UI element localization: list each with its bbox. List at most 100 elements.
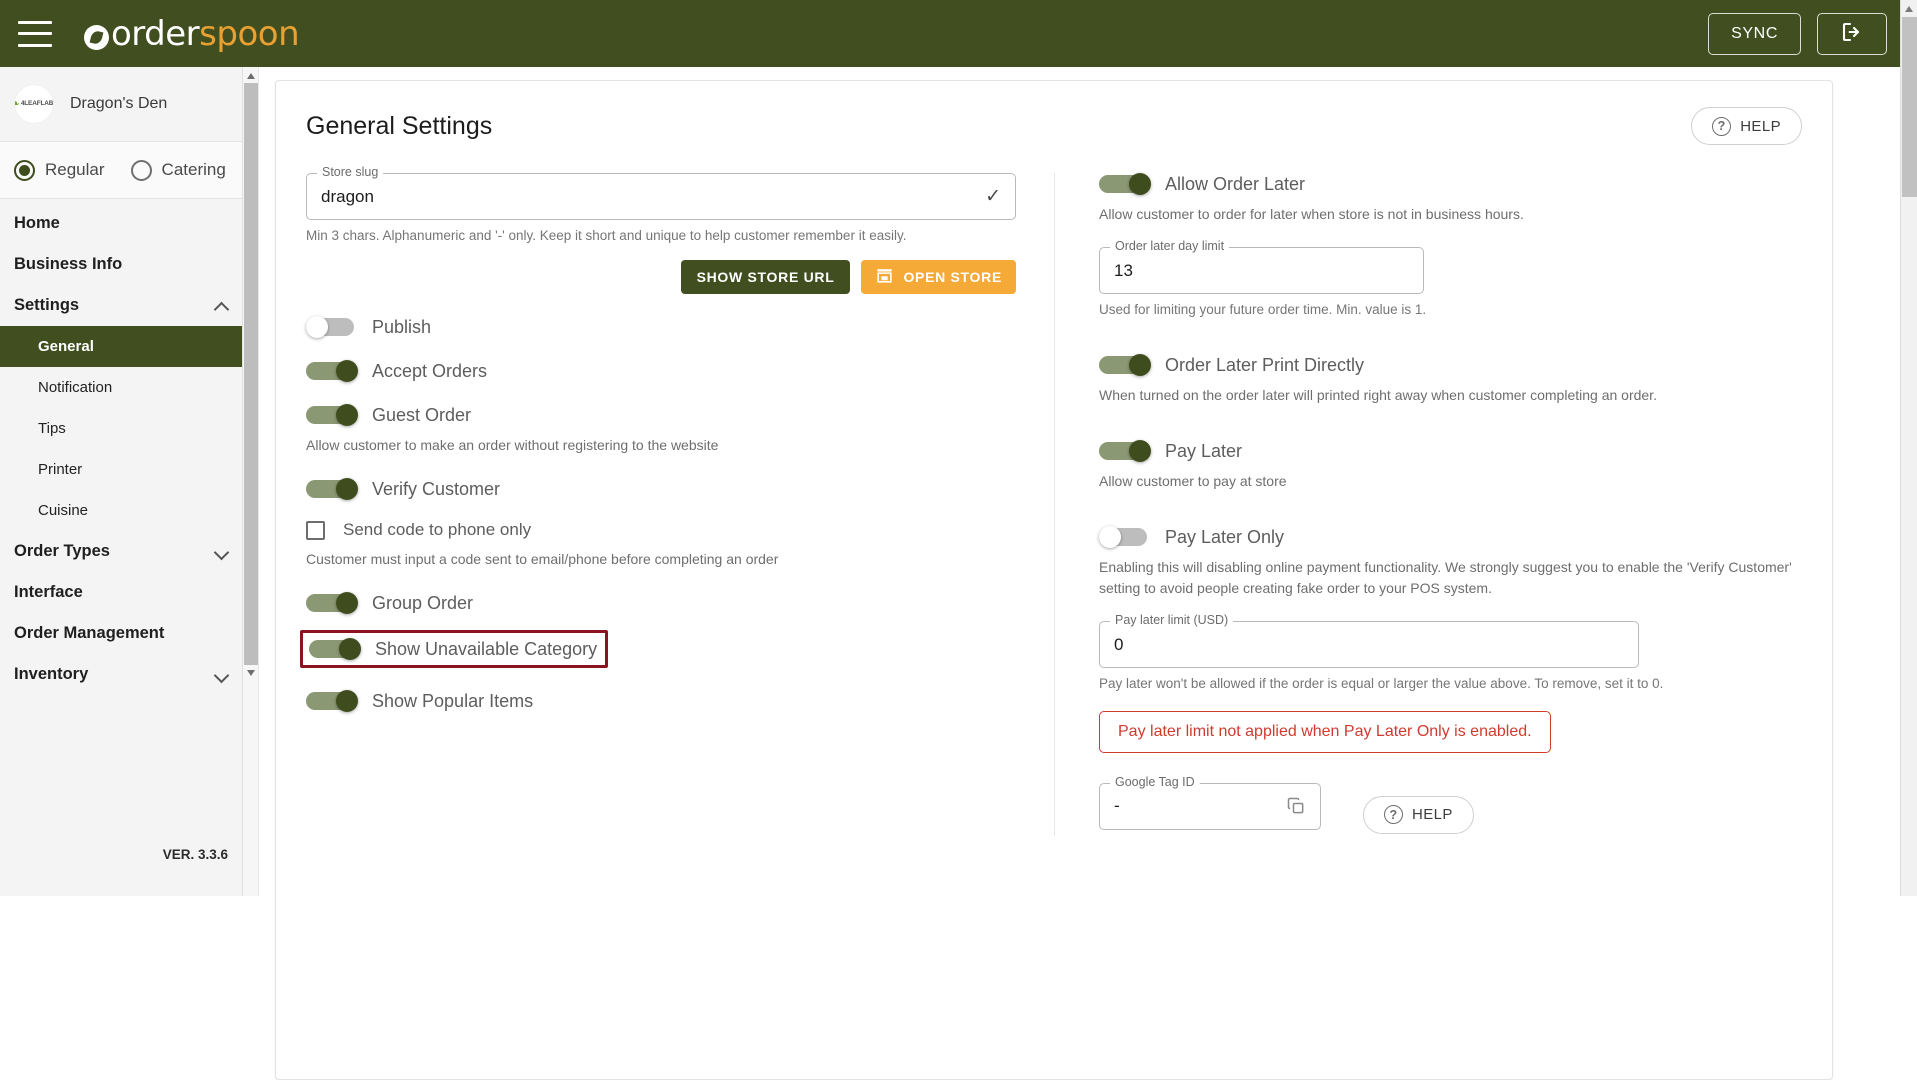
sidebar-item-inventory[interactable]: Inventory <box>0 654 242 695</box>
top-app-bar: order spoon SYNC <box>0 0 1917 67</box>
pay-later-limit-input[interactable]: 0 <box>1114 635 1123 655</box>
order-later-print-row: Order Later Print Directly <box>1099 354 1802 377</box>
chevron-down-icon <box>215 668 228 681</box>
hamburger-menu-icon[interactable] <box>18 20 52 47</box>
storefront-icon <box>875 266 894 288</box>
show-unavailable-category-label: Show Unavailable Category <box>375 638 598 659</box>
content-scrollbar-thumb[interactable] <box>244 83 258 665</box>
show-unavailable-category-toggle[interactable] <box>309 638 361 661</box>
sidebar-item-tips-label: Tips <box>38 420 66 437</box>
sync-button[interactable]: SYNC <box>1708 12 1801 55</box>
settings-right-column: Allow Order Later Allow customer to orde… <box>1054 173 1802 836</box>
send-code-phone-checkbox[interactable] <box>306 520 325 540</box>
sidebar-item-settings-label: Settings <box>14 296 80 314</box>
show-popular-items-toggle[interactable] <box>306 690 358 713</box>
app-logo: order spoon <box>84 13 300 54</box>
sidebar-item-printer-label: Printer <box>38 461 83 478</box>
accept-orders-label: Accept Orders <box>372 360 488 381</box>
sidebar-item-home[interactable]: Home <box>0 203 242 244</box>
verify-customer-toggle[interactable] <box>306 478 358 501</box>
content-scroll-up-icon[interactable] <box>243 67 259 83</box>
google-tag-help-button[interactable]: ? HELP <box>1363 795 1474 834</box>
top-bar-actions: SYNC <box>1708 12 1887 55</box>
scroll-up-arrow-icon[interactable] <box>1901 0 1917 17</box>
sidebar: ❧ 4LEAFLABS Dragon's Den Regular Caterin… <box>0 67 243 896</box>
show-unavailable-category-highlight: Show Unavailable Category <box>300 630 609 669</box>
pay-later-toggle[interactable] <box>1099 440 1151 463</box>
publish-toggle[interactable] <box>306 316 358 339</box>
card-header: General Settings ? HELP <box>276 81 1832 145</box>
pay-later-row: Pay Later <box>1099 440 1802 463</box>
settings-columns: Store slug dragon ✓ Min 3 chars. Alphanu… <box>276 165 1832 836</box>
help-button[interactable]: ? HELP <box>1691 107 1802 145</box>
order-later-day-limit-input[interactable]: 13 <box>1114 261 1133 281</box>
logout-button[interactable] <box>1817 12 1887 55</box>
general-settings-card: General Settings ? HELP Store slug drago… <box>275 80 1833 1080</box>
group-order-toggle[interactable] <box>306 592 358 615</box>
allow-order-later-label: Allow Order Later <box>1165 173 1306 194</box>
sidebar-item-inventory-label: Inventory <box>14 665 89 683</box>
content-scroll-down-icon[interactable] <box>243 664 259 680</box>
pay-later-only-desc: Enabling this will disabling online paym… <box>1099 559 1792 597</box>
order-later-print-label: Order Later Print Directly <box>1165 354 1365 375</box>
pay-later-only-row: Pay Later Only <box>1099 526 1802 549</box>
pay-later-only-toggle[interactable] <box>1099 526 1151 549</box>
guest-order-toggle[interactable] <box>306 404 358 427</box>
content-scrollbar[interactable] <box>243 67 259 896</box>
sidebar-item-order-types[interactable]: Order Types <box>0 531 242 572</box>
sidebar-item-interface[interactable]: Interface <box>0 572 242 613</box>
sidebar-item-notification[interactable]: Notification <box>0 367 242 408</box>
google-tag-input[interactable]: - <box>1114 796 1120 816</box>
pay-later-error-message: Pay later limit not applied when Pay Lat… <box>1099 710 1551 753</box>
sidebar-item-home-label: Home <box>14 214 60 232</box>
open-store-button[interactable]: OPEN STORE <box>861 260 1016 295</box>
order-later-print-toggle[interactable] <box>1099 354 1151 377</box>
accept-orders-toggle[interactable] <box>306 360 358 383</box>
sidebar-item-order-types-label: Order Types <box>14 542 110 560</box>
store-slug-input[interactable]: dragon <box>321 187 374 207</box>
radio-catering[interactable]: Catering <box>130 159 226 181</box>
question-mark-icon: ? <box>1384 805 1403 824</box>
show-popular-items-label: Show Popular Items <box>372 690 534 711</box>
store-url-actions: SHOW STORE URL OPEN STORE <box>306 260 1016 295</box>
pay-later-limit-hint: Pay later won't be allowed if the order … <box>1099 676 1664 692</box>
leaf-icon: ❧ <box>15 98 20 110</box>
store-slug-field[interactable]: Store slug dragon ✓ <box>306 165 1016 220</box>
spoon-mark-icon <box>84 25 109 50</box>
sidebar-item-general-label: General <box>38 338 94 355</box>
pay-later-limit-field[interactable]: Pay later limit (USD) 0 <box>1099 613 1639 669</box>
allow-order-later-toggle[interactable] <box>1099 173 1151 195</box>
sidebar-item-tips[interactable]: Tips <box>0 408 242 449</box>
store-slug-legend: Store slug <box>317 165 384 179</box>
page-title: General Settings <box>306 111 493 140</box>
allow-order-later-desc: Allow customer to order for later when s… <box>1099 206 1524 222</box>
sidebar-item-cuisine[interactable]: Cuisine <box>0 490 242 531</box>
guest-order-toggle-row: Guest Order <box>306 404 1016 427</box>
sidebar-item-printer[interactable]: Printer <box>0 449 242 490</box>
order-later-day-limit-field[interactable]: Order later day limit 13 <box>1099 239 1424 294</box>
guest-order-label: Guest Order <box>372 404 472 425</box>
show-popular-items-row: Show Popular Items <box>306 690 1016 713</box>
sidebar-item-business-info[interactable]: Business Info <box>0 244 242 285</box>
order-later-day-limit-legend: Order later day limit <box>1110 239 1230 253</box>
radio-regular[interactable]: Regular <box>14 159 105 181</box>
page-scrollbar[interactable] <box>1900 0 1917 896</box>
send-code-phone-desc: Customer must input a code sent to email… <box>306 551 779 568</box>
google-tag-field[interactable]: Google Tag ID - <box>1099 774 1321 830</box>
store-name: Dragon's Den <box>70 95 168 112</box>
sidebar-item-general[interactable]: General <box>0 326 242 367</box>
chevron-down-icon <box>215 545 228 558</box>
radio-catering-label: Catering <box>161 160 226 179</box>
show-store-url-button[interactable]: SHOW STORE URL <box>680 260 851 295</box>
sidebar-item-order-management[interactable]: Order Management <box>0 613 242 654</box>
page-scrollbar-thumb[interactable] <box>1902 17 1917 197</box>
open-store-label: OPEN STORE <box>903 269 1002 286</box>
logo-text-order: order <box>111 13 200 54</box>
sidebar-item-settings[interactable]: Settings <box>0 285 242 326</box>
store-header: ❧ 4LEAFLABS Dragon's Den <box>0 67 242 142</box>
service-mode-selector: Regular Catering <box>0 142 242 199</box>
copy-icon[interactable] <box>1286 796 1306 816</box>
sidebar-nav: Home Business Info Settings General Noti… <box>0 199 242 695</box>
order-later-print-desc: When turned on the order later will prin… <box>1099 387 1657 404</box>
publish-toggle-row: Publish <box>306 316 1016 339</box>
